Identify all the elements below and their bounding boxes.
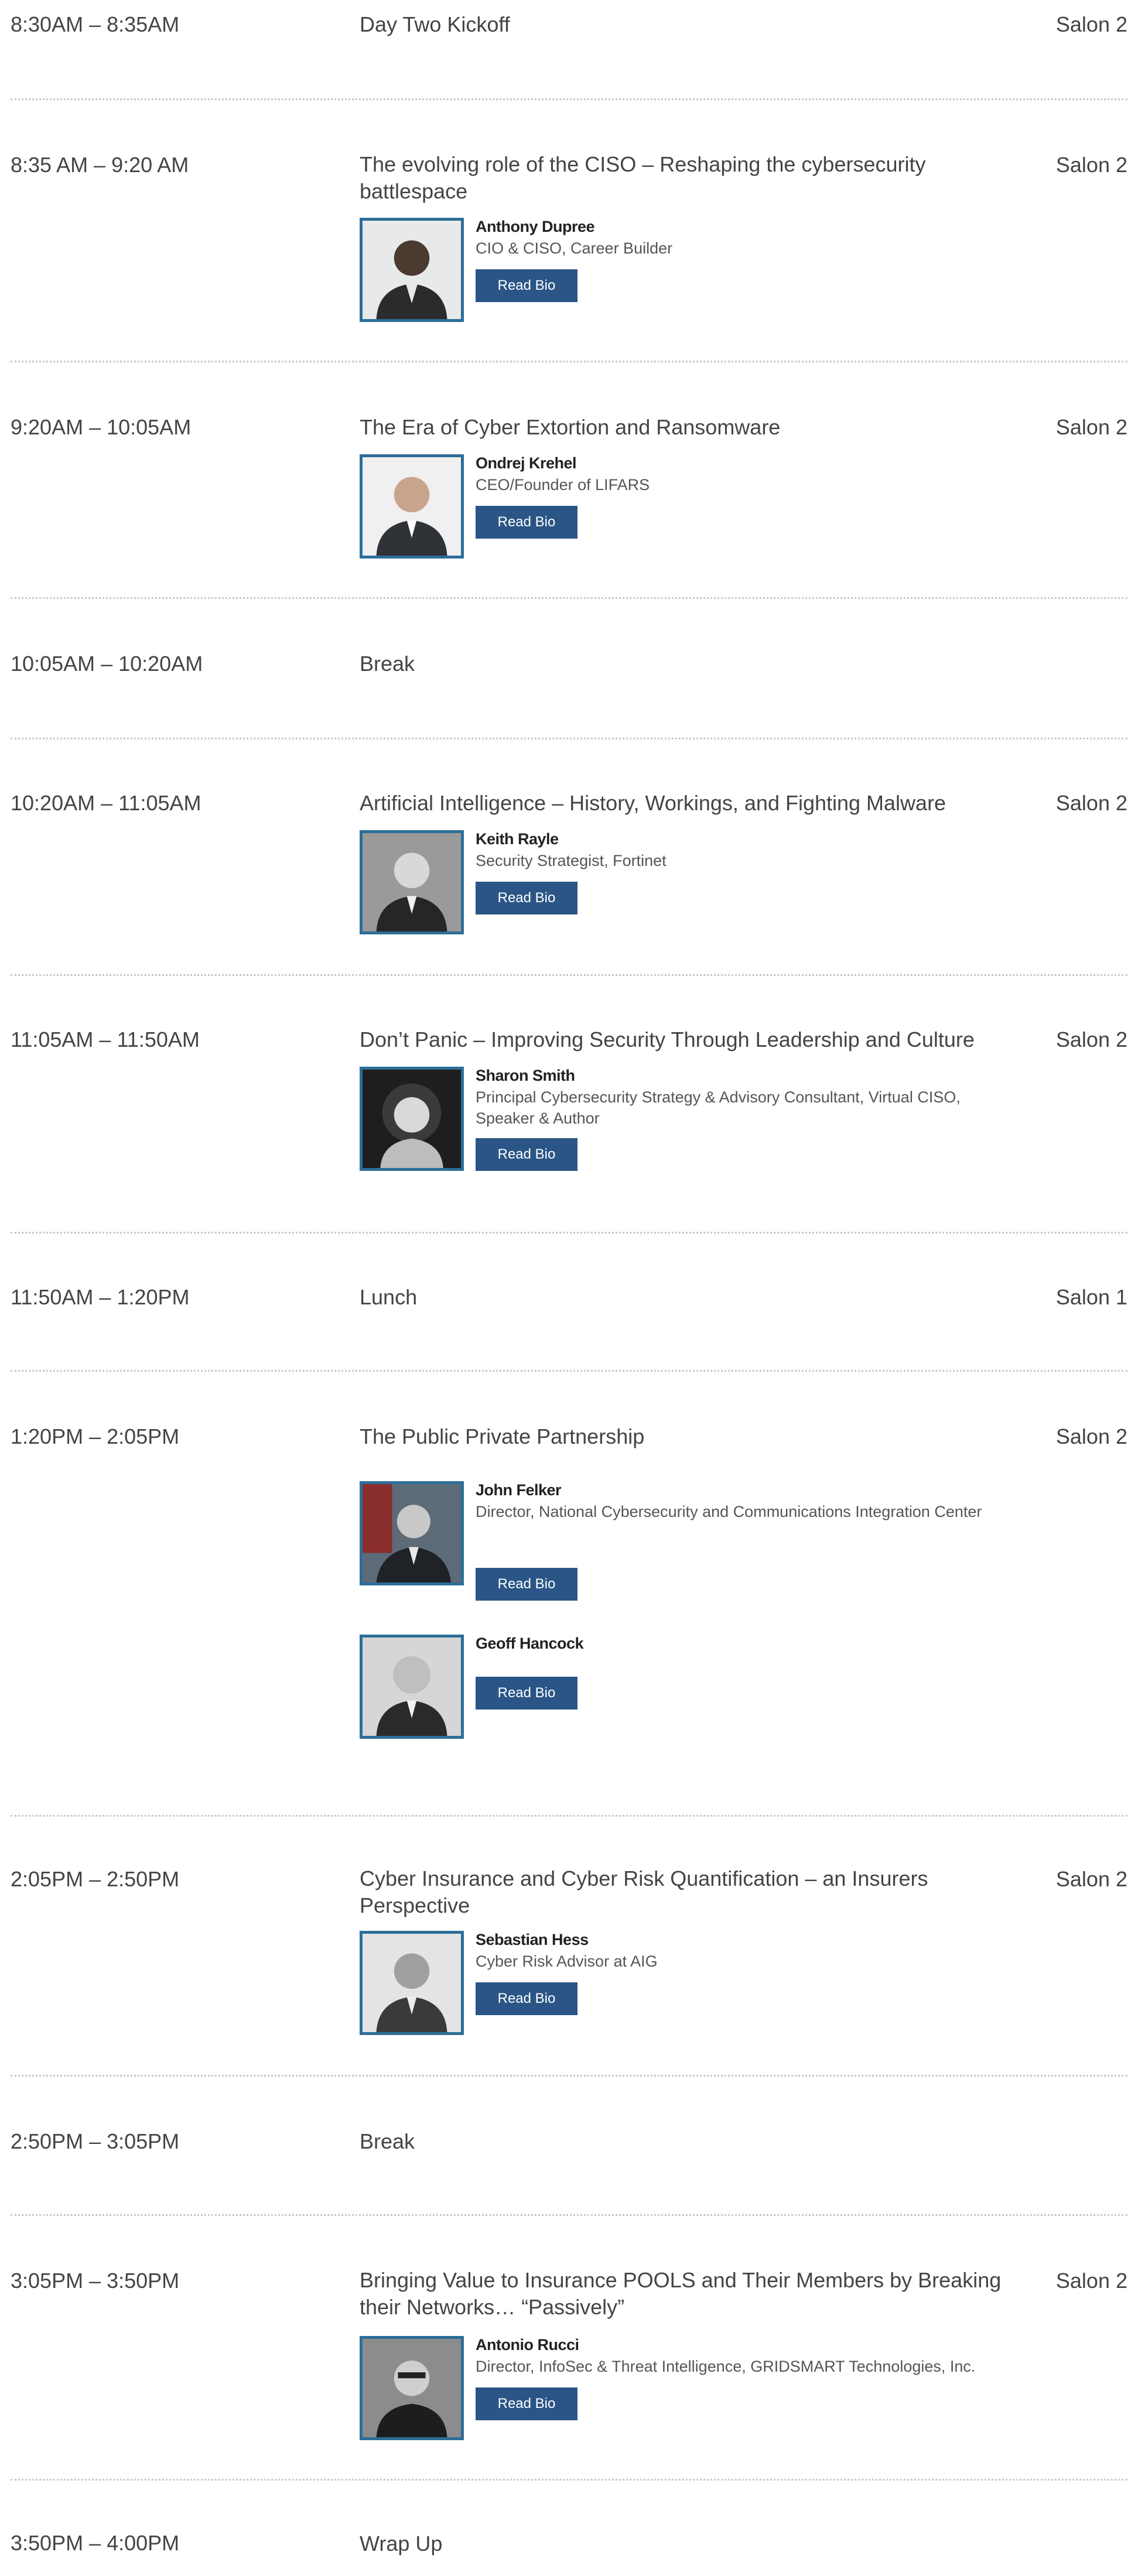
session-time: 11:05AM – 11:50AM [11, 1027, 200, 1051]
session-room: Salon 2 [1055, 2269, 1127, 2293]
speaker-name: Sharon Smith [476, 1067, 575, 1084]
read-bio-button[interactable]: Read Bio [476, 2387, 577, 2420]
divider [11, 1370, 1127, 1372]
speaker-photo [360, 1481, 464, 1585]
speaker-role: CEO/Founder of LIFARS [476, 476, 650, 494]
speaker-name: John Felker [476, 1481, 562, 1499]
session-time: 1:20PM – 2:05PM [11, 1424, 180, 1448]
session-title: Day Two Kickoff [360, 12, 510, 36]
speaker-card: Geoff Hancock Read Bio [360, 1635, 1004, 1740]
read-bio-button[interactable]: Read Bio [476, 1138, 577, 1171]
session-room: Salon 2 [1055, 1424, 1127, 1448]
session-time: 8:35 AM – 9:20 AM [11, 153, 189, 177]
divider [11, 2075, 1127, 2077]
speaker-role: Principal Cybersecurity Strategy & Advis… [476, 1088, 961, 1127]
speaker-photo [360, 454, 464, 559]
session-title: The Public Private Partnership [360, 1424, 645, 1448]
session-time: 8:30AM – 8:35AM [11, 12, 180, 36]
session-time: 3:05PM – 3:50PM [11, 2269, 180, 2293]
session-title: Break [360, 652, 415, 676]
session-room: Salon 2 [1055, 415, 1127, 439]
session-time: 10:20AM – 11:05AM [11, 791, 201, 815]
speaker-role: Director, InfoSec & Threat Intelligence,… [476, 2358, 976, 2375]
speaker-photo [360, 2336, 464, 2440]
session-room: Salon 2 [1055, 153, 1127, 177]
speaker-role: Security Strategist, Fortinet [476, 852, 667, 869]
divider [11, 361, 1127, 362]
speaker-card: Sebastian Hess Cyber Risk Advisor at AIG… [360, 1931, 1004, 2036]
divider [11, 1232, 1127, 1234]
speaker-card: Keith Rayle Security Strategist, Fortine… [360, 830, 1004, 936]
speaker-photo [360, 1067, 464, 1171]
speaker-role: CIO & CISO, Career Builder [476, 239, 673, 257]
speaker-photo [360, 1931, 464, 2035]
read-bio-button[interactable]: Read Bio [476, 506, 577, 539]
speaker-name: Keith Rayle [476, 830, 559, 848]
speaker-name: Ondrej Krehel [476, 454, 577, 472]
speaker-card: Antonio Rucci Director, InfoSec & Threat… [360, 2336, 1004, 2441]
speaker-card: Anthony Dupree CIO & CISO, Career Builde… [360, 218, 1004, 323]
session-title: Bringing Value to Insurance POOLS and Th… [360, 2268, 1002, 2319]
session-room: Salon 2 [1055, 12, 1127, 36]
speaker-name: Sebastian Hess [476, 1931, 589, 1948]
read-bio-button[interactable]: Read Bio [476, 1982, 577, 2015]
read-bio-button[interactable]: Read Bio [476, 1677, 577, 1710]
session-title: Don’t Panic – Improving Security Through… [360, 1027, 975, 1051]
session-title: Break [360, 2129, 415, 2153]
read-bio-button[interactable]: Read Bio [476, 1568, 577, 1601]
divider [11, 98, 1127, 100]
divider [11, 597, 1127, 599]
speaker-card: Ondrej Krehel CEO/Founder of LIFARS Read… [360, 454, 1004, 560]
speaker-name: Geoff Hancock [476, 1635, 584, 1652]
session-title: The Era of Cyber Extortion and Ransomwar… [360, 415, 781, 439]
read-bio-button[interactable]: Read Bio [476, 882, 577, 914]
session-time: 3:50PM – 4:00PM [11, 2531, 180, 2555]
session-room: Salon 2 [1055, 1867, 1127, 1891]
speaker-card: Sharon Smith Principal Cybersecurity Str… [360, 1067, 1004, 1172]
session-time: 11:50AM – 1:20PM [11, 1285, 190, 1309]
session-title: Lunch [360, 1285, 418, 1309]
session-room: Salon 1 [1055, 1285, 1127, 1309]
session-title: Wrap Up [360, 2532, 443, 2556]
session-room: Salon 2 [1055, 791, 1127, 815]
session-title: The evolving role of the CISO – Reshapin… [360, 152, 926, 203]
divider [11, 1815, 1127, 1817]
session-time: 10:05AM – 10:20AM [11, 652, 203, 676]
divider [11, 2214, 1127, 2216]
speaker-role: Cyber Risk Advisor at AIG [476, 1952, 658, 1970]
divider [11, 2479, 1127, 2481]
read-bio-button[interactable]: Read Bio [476, 269, 577, 302]
speaker-name: Anthony Dupree [476, 218, 595, 235]
speaker-photo [360, 830, 464, 934]
speaker-photo [360, 1635, 464, 1739]
session-time: 2:05PM – 2:50PM [11, 1867, 180, 1891]
session-title: Cyber Insurance and Cyber Risk Quantific… [360, 1866, 928, 1917]
speaker-photo [360, 218, 464, 322]
speaker-role: Director, National Cybersecurity and Com… [476, 1503, 982, 1520]
session-room: Salon 2 [1055, 1027, 1127, 1051]
speaker-name: Antonio Rucci [476, 2336, 579, 2354]
session-time: 2:50PM – 3:05PM [11, 2129, 180, 2153]
session-time: 9:20AM – 10:05AM [11, 415, 192, 439]
session-title: Artificial Intelligence – History, Worki… [360, 791, 946, 815]
divider [11, 738, 1127, 739]
speaker-card: John Felker Director, National Cybersecu… [360, 1481, 1004, 1601]
divider [11, 974, 1127, 976]
